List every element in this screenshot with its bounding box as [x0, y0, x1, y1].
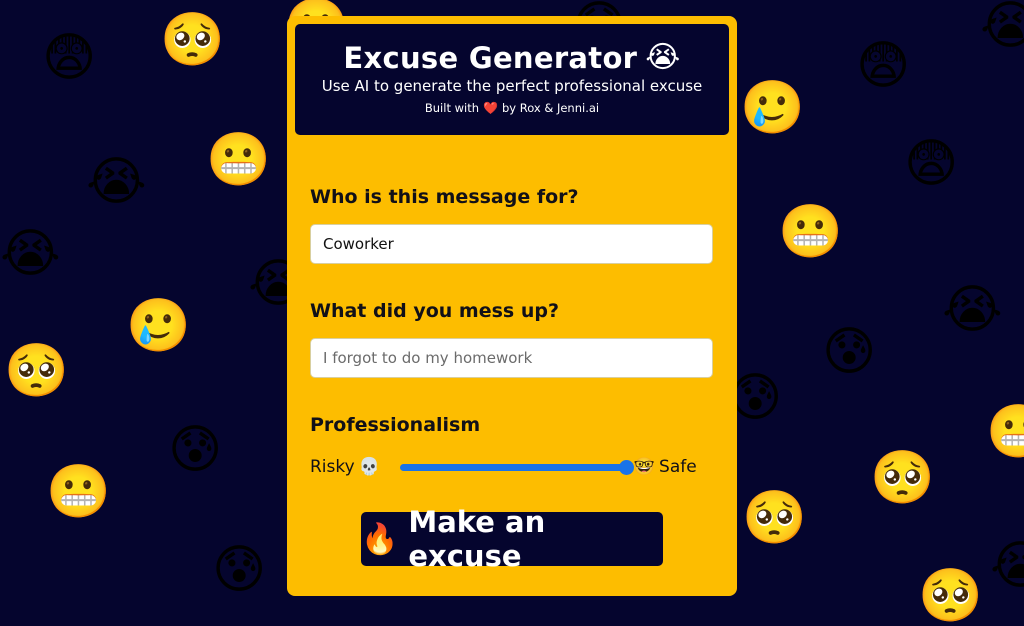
- mistake-label: What did you mess up?: [310, 300, 559, 322]
- background-emoji: 😰: [822, 322, 877, 382]
- app-title: Excuse Generator 😭: [295, 40, 729, 75]
- background-emoji: 😭: [0, 224, 61, 284]
- background-emoji: 🥺: [870, 448, 935, 508]
- nerd-face-icon: 🤓: [633, 457, 656, 477]
- credit-prefix: Built with: [424, 101, 480, 115]
- background-emoji: 😬: [206, 130, 271, 190]
- make-excuse-button[interactable]: 🔥 Make an excuse: [361, 505, 663, 573]
- professionalism-slider[interactable]: [399, 459, 634, 475]
- recipient-input[interactable]: [310, 224, 713, 264]
- make-excuse-label: Make an excuse: [408, 505, 546, 573]
- background-emoji: 🥲: [740, 78, 805, 138]
- credit-suffix: by Rox & Jenni.ai: [501, 101, 600, 115]
- background-emoji: 🥺: [918, 566, 983, 626]
- crying-face-icon: 😭: [645, 40, 681, 75]
- background-emoji: 😭: [990, 536, 1024, 596]
- credit-line: Built with ❤️ by Rox & Jenni.ai: [295, 101, 729, 115]
- slider-thumb[interactable]: [618, 459, 634, 475]
- app-subtitle: Use AI to generate the perfect professio…: [321, 77, 703, 95]
- heart-icon: ❤️: [483, 101, 498, 115]
- background-emoji: 😨: [42, 28, 97, 88]
- background-emoji: 😬: [46, 462, 111, 522]
- risky-end: Risky 💀: [310, 457, 380, 477]
- background-emoji: 😬: [986, 402, 1024, 462]
- excuse-card: Excuse Generator 😭 Use AI to generate th…: [287, 16, 737, 596]
- professionalism-label: Professionalism: [310, 414, 481, 436]
- header-panel: Excuse Generator 😭 Use AI to generate th…: [295, 24, 729, 135]
- recipient-label: Who is this message for?: [310, 186, 579, 208]
- background-emoji: 🥺: [160, 10, 225, 70]
- background-emoji: 🥺: [4, 341, 69, 401]
- background-emoji: 😨: [856, 36, 911, 96]
- background-emoji: 😭: [86, 152, 147, 212]
- safe-end: 🤓 Safe: [634, 457, 697, 477]
- risky-label: Risky: [310, 457, 355, 477]
- background-emoji: 😰: [168, 420, 223, 480]
- background-emoji: 🥲: [126, 296, 191, 356]
- fire-icon: 🔥: [361, 521, 399, 557]
- safe-label: Safe: [659, 457, 697, 477]
- background-emoji: 😭: [942, 280, 1003, 340]
- app-title-text: Excuse Generator: [343, 40, 638, 75]
- skull-icon: 💀: [358, 457, 380, 477]
- background-emoji: 😰: [212, 540, 267, 600]
- mistake-input[interactable]: [310, 338, 713, 378]
- background-emoji: 😨: [904, 134, 959, 194]
- background-emoji: 🥺: [742, 488, 807, 548]
- background-emoji: 😭: [980, 0, 1024, 56]
- background-emoji: 😬: [778, 202, 843, 262]
- professionalism-slider-row: Risky 💀 🤓 Safe: [310, 454, 720, 480]
